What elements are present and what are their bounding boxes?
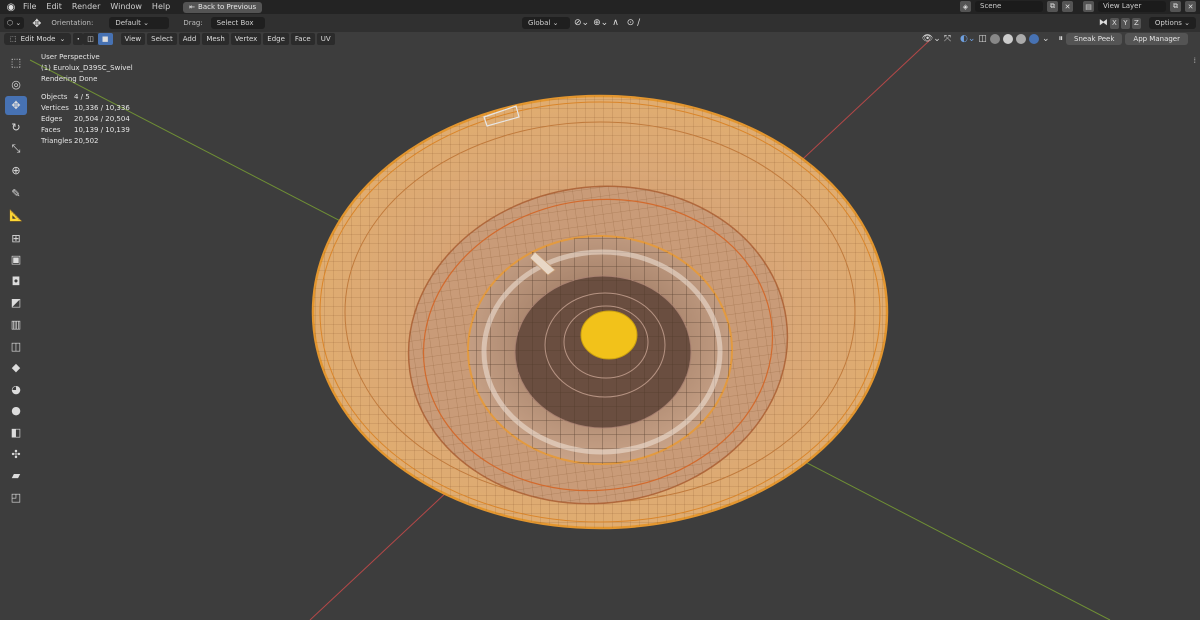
select-tool-icon[interactable]: ⬚ xyxy=(5,53,27,72)
scene-selector-icon[interactable]: ◈ xyxy=(960,1,971,12)
stat-edges: Edges 20,504 / 20,504 xyxy=(41,115,130,123)
drag-label: Drag: xyxy=(183,19,203,27)
orientation-label: Orientation: xyxy=(51,19,94,27)
menu-select[interactable]: Select xyxy=(147,33,177,45)
viewport-info-overlay: User Perspective (1) Eurolux_D39SC_Swive… xyxy=(41,52,133,147)
stat-faces: Faces 10,139 / 10,139 xyxy=(41,126,130,134)
snap-icon[interactable]: ⊕⌄ xyxy=(593,18,608,28)
menu-render[interactable]: Render xyxy=(67,0,105,14)
sneak-peek-button[interactable]: Sneak Peek xyxy=(1066,33,1123,45)
edit-mode-icon: ⬚ xyxy=(10,35,17,43)
menu-window[interactable]: Window xyxy=(105,0,147,14)
back-icon: ⇤ xyxy=(189,2,196,11)
axis-x-toggle[interactable]: X xyxy=(1109,17,1119,29)
view-layer-selector-icon[interactable]: ▤ xyxy=(1083,1,1094,12)
smooth-tool-icon[interactable]: ● xyxy=(5,401,27,420)
left-toolbar: ⬚ ◎ ✥ ↻ ⤡ ⊕ ✎ 📐 ⊞ ▣ ◘ ◩ ▥ ◫ ◆ ◕ ● ◧ ✣ ▰ ◰ xyxy=(5,53,30,509)
menu-file[interactable]: File xyxy=(18,0,41,14)
orientation-dropdown[interactable]: Default ⌄ xyxy=(109,17,170,29)
poly-build-tool-icon[interactable]: ◆ xyxy=(5,358,27,377)
viewport-header: ⬚ Edit Mode ⌄ ⬝ ◫ ■ View Select Add Mesh V… xyxy=(0,32,1200,46)
new-scene-icon[interactable]: ⧉ xyxy=(1047,1,1058,12)
face-select-icon[interactable]: ■ xyxy=(97,33,113,45)
cursor-tool-icon[interactable]: ◎ xyxy=(5,75,27,94)
axis-y-toggle[interactable]: Y xyxy=(1120,17,1130,29)
delete-view-layer-icon[interactable]: ✕ xyxy=(1185,1,1196,12)
stat-vertices: Vertices 10,336 / 10,336 xyxy=(41,104,130,112)
spin-tool-icon[interactable]: ◕ xyxy=(5,380,27,399)
proportional-editing-icon[interactable]: ∧ xyxy=(612,18,619,28)
axis-z-toggle[interactable]: Z xyxy=(1131,17,1141,29)
menu-view[interactable]: View xyxy=(120,33,146,45)
render-status-text: Rendering Done xyxy=(41,75,98,83)
menu-face[interactable]: Face xyxy=(290,33,315,45)
view-layer-field[interactable]: View Layer xyxy=(1098,1,1166,12)
menu-edge[interactable]: Edge xyxy=(263,33,289,45)
pivot-point-icon[interactable]: ⊘⌄ xyxy=(574,18,589,28)
scene-field[interactable]: Scene xyxy=(975,1,1043,12)
edge-select-icon[interactable]: ◫ xyxy=(83,33,98,45)
stat-objects: Objects 4 / 5 xyxy=(41,93,90,101)
mode-dropdown[interactable]: ⬚ Edit Mode ⌄ xyxy=(4,33,72,45)
back-to-previous-button[interactable]: ⇤ Back to Previous xyxy=(183,1,263,13)
rotate-tool-icon[interactable]: ↻ xyxy=(5,118,27,137)
add-cube-tool-icon[interactable]: ⊞ xyxy=(5,229,27,248)
move-tool-icon[interactable]: ✥ xyxy=(5,96,27,116)
menu-add[interactable]: Add xyxy=(178,33,201,45)
inset-tool-icon[interactable]: ◘ xyxy=(5,272,27,291)
solid-shading-icon[interactable] xyxy=(1002,34,1013,44)
pause-icon[interactable]: ⏸ xyxy=(1058,34,1063,44)
rip-tool-icon[interactable]: ◰ xyxy=(5,488,27,507)
menu-help[interactable]: Help xyxy=(147,0,175,14)
visibility-icon[interactable]: 👁⌄ xyxy=(922,34,941,44)
xray-icon[interactable]: ◫ xyxy=(978,34,987,44)
active-object-text: (1) Eurolux_D39SC_Swivel xyxy=(41,64,133,72)
rendered-shading-icon[interactable] xyxy=(1028,34,1039,44)
annotate-tool-icon[interactable]: ✎ xyxy=(5,184,27,203)
blender-logo-icon[interactable]: ◉ xyxy=(4,0,18,14)
transform-tool-icon[interactable]: ⊕ xyxy=(5,161,27,180)
loop-cut-tool-icon[interactable]: ▥ xyxy=(5,315,27,334)
view-perspective-text: User Perspective xyxy=(41,53,100,61)
move-tool-indicator-icon: ✥ xyxy=(32,16,42,30)
measure-tool-icon[interactable]: 📐 xyxy=(5,206,27,225)
editor-type-dropdown[interactable]: ⬡ ⌄ xyxy=(4,17,25,29)
led-center xyxy=(580,310,638,360)
gizmo-icon[interactable]: ⤧ xyxy=(944,34,951,44)
menu-uv[interactable]: UV xyxy=(316,33,335,45)
wireframe-shading-icon[interactable] xyxy=(989,34,1000,44)
shading-options-icon[interactable]: ⌄ xyxy=(1042,34,1050,44)
menu-vertex[interactable]: Vertex xyxy=(230,33,262,45)
menu-mesh[interactable]: Mesh xyxy=(202,33,229,45)
top-menubar: ◉ File Edit Render Window Help ⇤ Back to … xyxy=(0,0,1200,14)
stat-triangles: Triangles 20,502 xyxy=(41,137,99,145)
falloff-icon[interactable]: ⊙ ∕ xyxy=(627,18,640,28)
chevron-down-icon: ⌄ xyxy=(59,35,66,43)
edge-slide-tool-icon[interactable]: ◧ xyxy=(5,423,27,442)
shear-tool-icon[interactable]: ▰ xyxy=(5,466,27,485)
app-manager-button[interactable]: App Manager xyxy=(1125,33,1188,45)
options-dropdown[interactable]: Options ⌄ xyxy=(1148,17,1196,29)
scroll-indicator-icon[interactable]: ⁞ xyxy=(1193,56,1196,65)
shrink-fatten-tool-icon[interactable]: ✣ xyxy=(5,445,27,464)
vertex-select-icon[interactable]: ⬝ xyxy=(73,33,84,45)
delete-scene-icon[interactable]: ✕ xyxy=(1062,1,1073,12)
transform-orientation-dropdown[interactable]: Global ⌄ xyxy=(522,17,570,29)
tool-settings-header: ⬡ ⌄ ✥ Orientation: Default ⌄ Drag: Selec… xyxy=(0,14,1200,39)
mirror-icon[interactable]: ⧓ xyxy=(1099,18,1108,28)
scale-tool-icon[interactable]: ⤡ xyxy=(5,139,27,158)
overlay-icon[interactable]: ◐⌄ xyxy=(960,34,975,44)
new-view-layer-icon[interactable]: ⧉ xyxy=(1170,1,1181,12)
extrude-tool-icon[interactable]: ▣ xyxy=(5,250,27,269)
bevel-tool-icon[interactable]: ◩ xyxy=(5,293,27,312)
knife-tool-icon[interactable]: ◫ xyxy=(5,337,27,356)
drag-dropdown[interactable]: Select Box ⌄ xyxy=(210,17,265,39)
material-shading-icon[interactable] xyxy=(1015,34,1026,44)
viewport-scene[interactable] xyxy=(0,0,1200,620)
menu-edit[interactable]: Edit xyxy=(41,0,67,14)
